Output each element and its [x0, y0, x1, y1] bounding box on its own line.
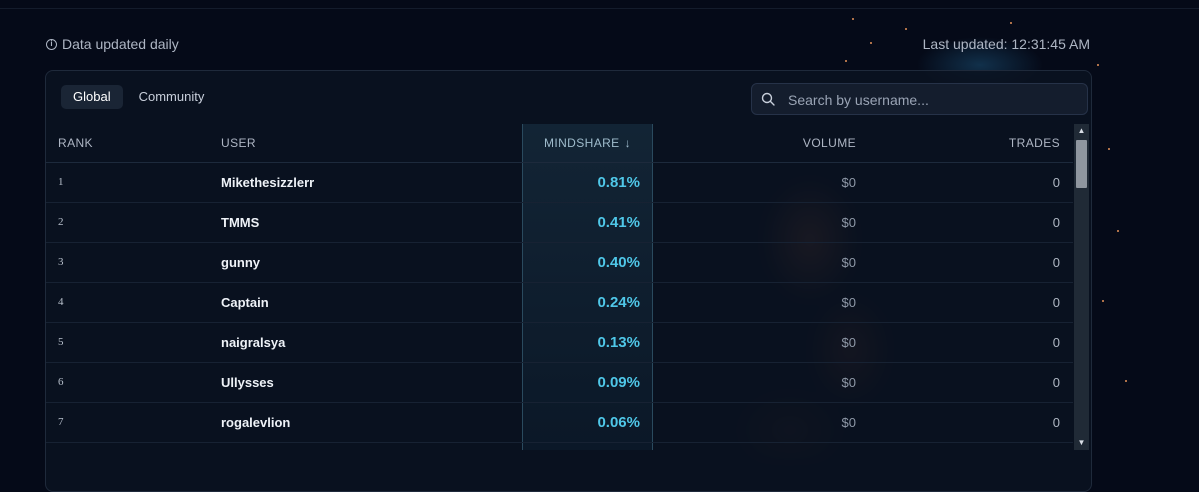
mindshare-cell: 0.81%: [597, 173, 640, 191]
volume-cell: $0: [841, 414, 856, 430]
trades-cell: 0: [1052, 214, 1060, 230]
tab-community[interactable]: Community: [127, 85, 217, 109]
info-icon: i: [46, 38, 57, 50]
scroll-down-arrow-icon[interactable]: ▼: [1074, 436, 1089, 450]
volume-cell: $0: [841, 254, 856, 270]
search-box: [751, 83, 1088, 116]
user-cell[interactable]: Mikethesizzlerr: [221, 162, 314, 202]
leaderboard-card: Global Community RANK USER MINDSHARE ↓ V…: [45, 70, 1092, 492]
rank-cell: 5: [58, 336, 64, 348]
column-header-volume[interactable]: VOLUME: [706, 124, 856, 162]
table-row[interactable]: 3 gunny 0.40% $0 0: [46, 242, 1073, 283]
mindshare-cell: 0.40%: [597, 253, 640, 271]
arrow-down-icon: ↓: [624, 136, 631, 150]
search-input[interactable]: [786, 84, 1080, 116]
trades-cell: 0: [1052, 174, 1060, 190]
rank-cell: 4: [58, 296, 64, 308]
user-cell[interactable]: rogalevlion: [221, 402, 290, 442]
rank-cell: 7: [58, 416, 64, 428]
user-cell[interactable]: TMMS: [221, 202, 259, 242]
scrollbar-thumb[interactable]: [1076, 140, 1087, 188]
volume-cell: $0: [841, 334, 856, 350]
table-header: RANK USER MINDSHARE ↓ VOLUME TRADES: [46, 124, 1073, 163]
mindshare-cell: 0.41%: [597, 213, 640, 231]
table-row[interactable]: 1 Mikethesizzlerr 0.81% $0 0: [46, 162, 1073, 203]
trades-cell: 0: [1052, 294, 1060, 310]
tab-global[interactable]: Global: [61, 85, 123, 109]
background-star: [1117, 230, 1119, 232]
column-header-trades[interactable]: TRADES: [906, 124, 1060, 162]
background-star: [1102, 300, 1104, 302]
background-star: [1097, 64, 1099, 66]
background-star: [1010, 22, 1012, 24]
background-star: [905, 28, 907, 30]
scroll-up-arrow-icon[interactable]: ▲: [1074, 124, 1089, 138]
column-header-user[interactable]: USER: [221, 124, 256, 162]
leaderboard-table: RANK USER MINDSHARE ↓ VOLUME TRADES 1 Mi…: [46, 124, 1073, 450]
column-header-mindshare[interactable]: MINDSHARE ↓: [523, 124, 652, 162]
trades-cell: 0: [1052, 414, 1060, 430]
background-star: [1125, 380, 1127, 382]
table-scrollbar[interactable]: ▲ ▼: [1074, 124, 1089, 450]
background-star: [870, 42, 872, 44]
background-star: [1108, 148, 1110, 150]
table-row[interactable]: 4 Captain 0.24% $0 0: [46, 282, 1073, 323]
background-star: [845, 60, 847, 62]
table-row[interactable]: 5 naigralsya 0.13% $0 0: [46, 322, 1073, 363]
trades-cell: 0: [1052, 254, 1060, 270]
trades-cell: 0: [1052, 374, 1060, 390]
table-row[interactable]: 7 rogalevlion 0.06% $0 0: [46, 402, 1073, 443]
last-updated-text: Last updated: 12:31:45 AM: [922, 36, 1090, 52]
rank-cell: 1: [58, 176, 64, 188]
column-header-rank[interactable]: RANK: [58, 124, 93, 162]
leaderboard-tabs: Global Community: [61, 85, 216, 109]
user-cell[interactable]: gunny: [221, 242, 260, 282]
volume-cell: $0: [841, 214, 856, 230]
user-cell[interactable]: naigralsya: [221, 322, 285, 362]
top-divider: [0, 8, 1199, 9]
mindshare-cell: 0.06%: [597, 413, 640, 431]
rank-cell: 3: [58, 256, 64, 268]
mindshare-cell: 0.24%: [597, 293, 640, 311]
background-star: [852, 18, 854, 20]
data-updated-text: Data updated daily: [62, 36, 179, 52]
column-header-mindshare-label: MINDSHARE: [543, 136, 620, 150]
trades-cell: 0: [1052, 334, 1060, 350]
mindshare-cell: 0.13%: [597, 333, 640, 351]
rank-cell: 6: [58, 376, 64, 388]
user-cell[interactable]: Ullysses: [221, 362, 274, 402]
table-row[interactable]: 6 Ullysses 0.09% $0 0: [46, 362, 1073, 403]
volume-cell: $0: [841, 294, 856, 310]
volume-cell: $0: [841, 174, 856, 190]
volume-cell: $0: [841, 374, 856, 390]
data-updated-notice: i Data updated daily: [46, 34, 179, 54]
table-row[interactable]: 2 TMMS 0.41% $0 0: [46, 202, 1073, 243]
search-icon: [761, 92, 775, 106]
rank-cell: 2: [58, 216, 64, 228]
mindshare-cell: 0.09%: [597, 373, 640, 391]
user-cell[interactable]: Captain: [221, 282, 269, 322]
